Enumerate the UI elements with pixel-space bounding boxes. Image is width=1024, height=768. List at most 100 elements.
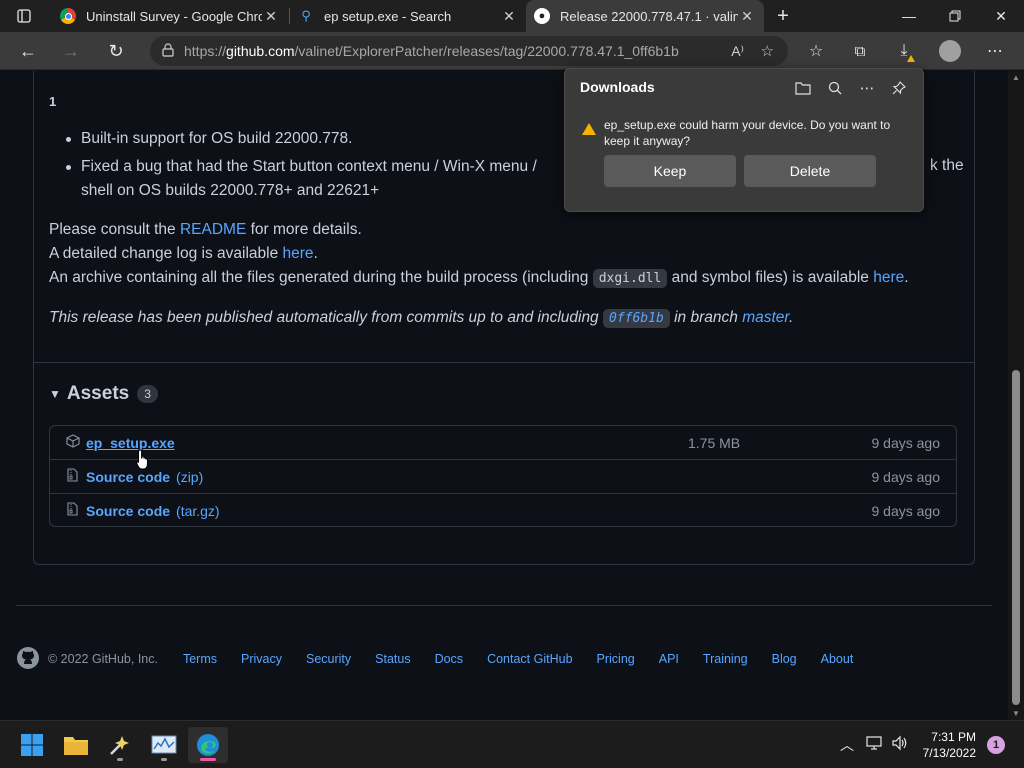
branch-link[interactable]: master [742, 309, 789, 326]
app-button-monitor[interactable] [144, 727, 184, 763]
scrollbar-thumb[interactable] [1012, 370, 1020, 705]
windows-logo-icon [21, 734, 43, 756]
zip-icon [66, 502, 78, 519]
taskbar: ︿ 7:31 PM 7/13/2022 1 [0, 720, 1024, 768]
open-folder-icon[interactable] [791, 77, 815, 99]
volume-icon[interactable] [891, 735, 909, 754]
asset-date: 9 days ago [871, 502, 941, 519]
footer-link-about[interactable]: About [821, 652, 854, 666]
footer-link-terms[interactable]: Terms [183, 652, 217, 666]
network-icon[interactable] [866, 735, 884, 754]
url-host: github.com [226, 43, 295, 59]
tab-actions-icon[interactable] [0, 0, 48, 32]
asset-row-source-zip: Source code (zip) 9 days ago [50, 460, 956, 493]
tab-title: Release 22000.778.47.1 · valinet/ [560, 8, 738, 24]
copyright-text: © 2022 GitHub, Inc. [48, 652, 158, 666]
delete-button[interactable]: Delete [744, 155, 876, 187]
close-icon[interactable]: ✕ [500, 8, 518, 25]
collapse-triangle-icon: ▼ [49, 387, 61, 401]
refresh-button[interactable]: ↻ [100, 36, 132, 66]
readme-line: Please consult the README for more detai… [49, 221, 362, 238]
footer-link-blog[interactable]: Blog [772, 652, 797, 666]
assets-title: Assets [66, 383, 130, 404]
github-icon: ● [534, 8, 550, 24]
clock-time: 7:31 PM [931, 730, 976, 744]
footer-link-training[interactable]: Training [703, 652, 748, 666]
footer-link-status[interactable]: Status [375, 652, 410, 666]
github-logo-icon[interactable] [16, 646, 40, 673]
search-icon: ⚲ [301, 8, 311, 23]
scroll-up-icon[interactable]: ▲ [1012, 73, 1020, 82]
footer-link-security[interactable]: Security [306, 652, 351, 666]
file-explorer-button[interactable] [56, 727, 96, 763]
start-button[interactable] [12, 727, 52, 763]
scroll-down-icon[interactable]: ▼ [1012, 709, 1020, 718]
chrome-icon [60, 8, 76, 24]
asset-date: 9 days ago [871, 468, 941, 485]
clock[interactable]: 7:31 PM 7/13/2022 [923, 729, 976, 761]
footer-link-docs[interactable]: Docs [435, 652, 463, 666]
asset-row-ep-setup: ep_setup.exe 1.75 MB 9 days ago [50, 426, 956, 459]
zip-icon [66, 468, 78, 485]
folder-icon [64, 737, 88, 755]
asset-size: 1.75 MB [688, 434, 741, 451]
asset-download-link[interactable]: ep_setup.exe [86, 435, 175, 451]
dxgi-code: dxgi.dll [592, 269, 668, 288]
downloads-icon[interactable]: ⤓ [888, 36, 920, 66]
forward-button[interactable]: → [55, 36, 87, 66]
collections-icon[interactable]: ⧉ [844, 36, 876, 66]
commit-link[interactable]: 0ff6b1b [603, 309, 670, 328]
changelog-link[interactable]: here [283, 245, 314, 262]
add-favorite-icon[interactable]: ☆ [761, 42, 774, 60]
favorites-icon[interactable]: ☆ [800, 36, 832, 66]
package-icon [66, 434, 80, 451]
source-targz-link[interactable]: Source code (tar.gz) [86, 503, 220, 519]
release-fragment: 1 [49, 94, 57, 109]
read-aloud-icon[interactable]: A⁾ [731, 43, 744, 60]
more-menu-icon[interactable]: ⋯ [979, 36, 1011, 66]
clock-date: 7/13/2022 [922, 746, 976, 760]
assets-header[interactable]: ▼ Assets 3 [49, 383, 158, 405]
running-indicator [200, 758, 216, 761]
assets-count-badge: 3 [137, 385, 158, 403]
address-toolbar: ← → ↻ https://github.com/valinet/Explore… [0, 32, 1024, 70]
footer-link-pricing[interactable]: Pricing [597, 652, 635, 666]
downloads-title: Downloads [580, 79, 655, 95]
footer-link-contact[interactable]: Contact GitHub [487, 652, 572, 666]
archive-link[interactable]: here [873, 269, 904, 286]
edge-icon [197, 734, 219, 756]
lock-icon [162, 42, 184, 60]
close-window-button[interactable]: ✕ [978, 0, 1024, 32]
minimize-button[interactable]: — [886, 0, 932, 32]
notification-badge[interactable]: 1 [987, 736, 1005, 754]
close-icon[interactable]: ✕ [738, 8, 756, 25]
asset-date: 9 days ago [871, 434, 941, 451]
resource-monitor-icon [151, 735, 177, 754]
footer-link-api[interactable]: API [659, 652, 679, 666]
assets-list: ep_setup.exe 1.75 MB 9 days ago Source c… [49, 425, 957, 527]
back-button[interactable]: ← [12, 36, 44, 66]
hand-cursor-icon [136, 449, 148, 470]
changelog-line: A detailed change log is available here. [49, 245, 318, 262]
close-icon[interactable]: ✕ [262, 8, 280, 25]
warning-badge-icon [907, 55, 915, 62]
search-icon[interactable] [823, 77, 847, 99]
tab-uninstall-survey[interactable]: Uninstall Survey - Google Chrom ✕ [52, 0, 288, 32]
keep-button[interactable]: Keep [604, 155, 736, 187]
edge-button[interactable] [188, 727, 228, 763]
wand-app-icon [110, 736, 129, 755]
new-tab-button[interactable]: + [764, 0, 802, 32]
more-options-icon[interactable]: ⋯ [855, 77, 879, 99]
readme-link[interactable]: README [180, 221, 246, 238]
chevron-up-icon[interactable]: ︿ [840, 735, 854, 755]
address-bar[interactable]: https://github.com/valinet/ExplorerPatch… [150, 36, 788, 66]
footer-divider [16, 605, 992, 606]
profile-avatar[interactable] [934, 36, 966, 66]
tab-release[interactable]: ● Release 22000.778.47.1 · valinet/ ✕ [526, 0, 764, 32]
running-indicator [161, 758, 167, 761]
pin-icon[interactable] [887, 77, 911, 99]
restore-button[interactable] [932, 0, 978, 32]
footer-link-privacy[interactable]: Privacy [241, 652, 282, 666]
tab-search[interactable]: ⚲ ep setup.exe - Search ✕ [290, 0, 526, 32]
app-button-wand[interactable] [100, 727, 140, 763]
